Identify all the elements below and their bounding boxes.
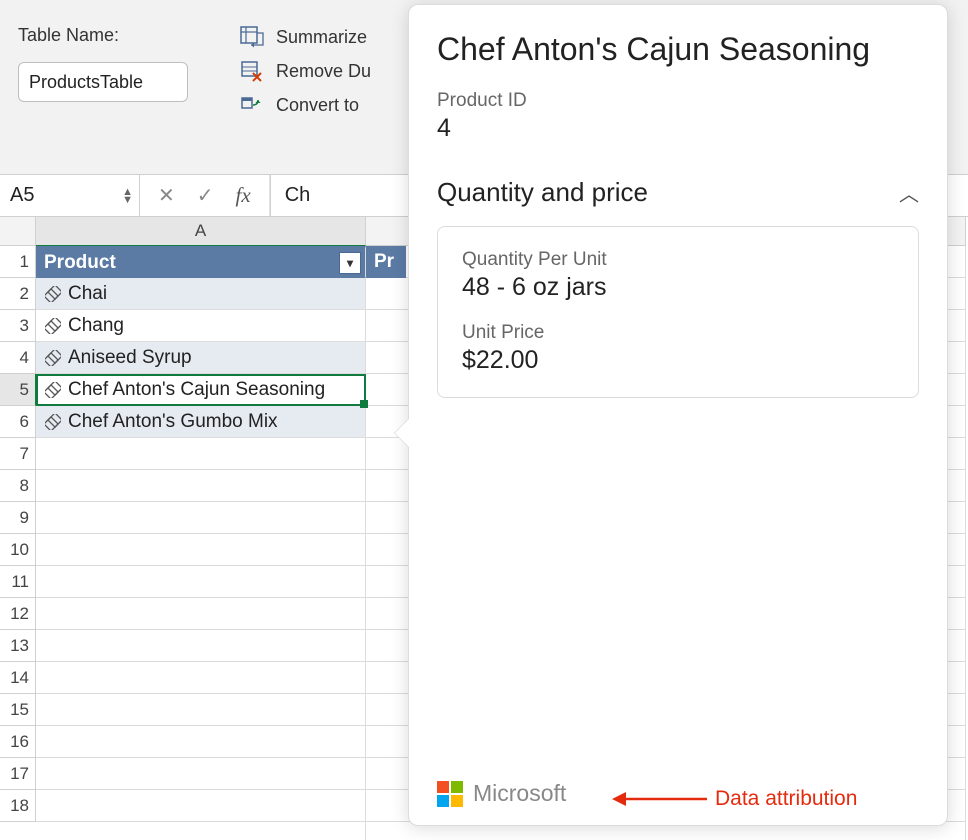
cell[interactable] bbox=[36, 502, 366, 534]
cancel-formula-icon[interactable]: ✕ bbox=[158, 183, 175, 208]
remove-duplicates-icon bbox=[238, 59, 266, 83]
cell[interactable] bbox=[36, 726, 366, 758]
name-box-value: A5 bbox=[10, 184, 34, 207]
data-type-icon bbox=[44, 317, 62, 335]
fx-icon[interactable]: fx bbox=[236, 183, 251, 208]
data-type-icon bbox=[44, 349, 62, 367]
row-header[interactable]: 12 bbox=[0, 598, 36, 630]
table-row[interactable]: Chef Anton's Gumbo Mix bbox=[36, 406, 366, 438]
data-type-icon bbox=[44, 285, 62, 303]
cell[interactable] bbox=[36, 662, 366, 694]
qpu-label: Quantity Per Unit bbox=[462, 249, 894, 271]
table-name-group: Table Name: ProductsTable bbox=[18, 25, 188, 102]
unit-price-value: $22.00 bbox=[462, 346, 894, 375]
cell-value: Chai bbox=[68, 283, 107, 305]
select-all-corner[interactable] bbox=[0, 217, 36, 246]
row-header[interactable]: 9 bbox=[0, 502, 36, 534]
cell[interactable] bbox=[36, 470, 366, 502]
table-row[interactable]: Chef Anton's Cajun Seasoning bbox=[36, 374, 366, 406]
row-header[interactable]: 1 bbox=[0, 246, 36, 278]
convert-range-icon bbox=[238, 93, 266, 117]
row-header[interactable]: 6 bbox=[0, 406, 36, 438]
row-header[interactable]: 10 bbox=[0, 534, 36, 566]
summarize-label: Summarize bbox=[276, 27, 367, 48]
row-header[interactable]: 2 bbox=[0, 278, 36, 310]
table-tools-group: Summarize Remove Du Convert to bbox=[238, 25, 371, 117]
table-header-product[interactable]: Product bbox=[36, 246, 366, 278]
cell[interactable] bbox=[36, 630, 366, 662]
row-header[interactable]: 8 bbox=[0, 470, 36, 502]
summarize-pivot-button[interactable]: Summarize bbox=[238, 25, 371, 49]
remove-duplicates-button[interactable]: Remove Du bbox=[238, 59, 371, 83]
cell-value: Aniseed Syrup bbox=[68, 347, 192, 369]
name-box[interactable]: A5 ▲▼ bbox=[0, 175, 140, 216]
name-box-spinner-icon[interactable]: ▲▼ bbox=[122, 188, 133, 204]
data-type-card: Chef Anton's Cajun Seasoning Product ID … bbox=[408, 4, 948, 826]
row-header[interactable]: 17 bbox=[0, 758, 36, 790]
accept-formula-icon[interactable]: ✓ bbox=[197, 183, 214, 208]
cell[interactable] bbox=[36, 790, 366, 822]
row-header[interactable]: 18 bbox=[0, 790, 36, 822]
data-type-icon bbox=[44, 413, 62, 431]
cell[interactable] bbox=[36, 694, 366, 726]
product-id-label: Product ID bbox=[437, 90, 919, 112]
table-header-col2-peek[interactable]: Pr bbox=[366, 246, 406, 278]
qpu-value: 48 - 6 oz jars bbox=[462, 273, 894, 302]
table-row[interactable]: Aniseed Syrup bbox=[36, 342, 366, 374]
cell[interactable] bbox=[36, 566, 366, 598]
row-header[interactable]: 7 bbox=[0, 438, 36, 470]
row-header[interactable]: 3 bbox=[0, 310, 36, 342]
row-header[interactable]: 13 bbox=[0, 630, 36, 662]
quantity-per-unit-field: Quantity Per Unit 48 - 6 oz jars bbox=[462, 249, 894, 302]
table-header-label: Product bbox=[44, 252, 116, 274]
chevron-up-icon: ︿ bbox=[899, 178, 919, 207]
row-header-strip: 1 2 3 4 5 6 7 8 9 10 11 12 13 14 15 16 1… bbox=[0, 217, 36, 840]
formula-bar-text: Ch bbox=[285, 184, 311, 207]
card-footer-attribution: Microsoft bbox=[437, 770, 919, 807]
cell-value: Chef Anton's Gumbo Mix bbox=[68, 411, 278, 433]
microsoft-logo-icon bbox=[437, 781, 463, 807]
callout-pointer-icon bbox=[395, 419, 409, 447]
cell[interactable] bbox=[36, 758, 366, 790]
table-name-value: ProductsTable bbox=[29, 72, 143, 93]
column-header-A[interactable]: A bbox=[36, 217, 366, 246]
convert-range-label: Convert to bbox=[276, 95, 359, 116]
table-row[interactable]: Chang bbox=[36, 310, 366, 342]
cell[interactable] bbox=[36, 822, 366, 840]
row-header[interactable]: 14 bbox=[0, 662, 36, 694]
cell[interactable] bbox=[36, 534, 366, 566]
cell[interactable] bbox=[36, 598, 366, 630]
convert-to-range-button[interactable]: Convert to bbox=[238, 93, 371, 117]
row-header[interactable]: 4 bbox=[0, 342, 36, 374]
table-name-label: Table Name: bbox=[18, 25, 188, 46]
section-title: Quantity and price bbox=[437, 177, 648, 208]
provider-name: Microsoft bbox=[473, 780, 566, 807]
card-title: Chef Anton's Cajun Seasoning bbox=[437, 31, 919, 68]
product-id-field: Product ID 4 bbox=[437, 90, 919, 143]
cell-value: Chang bbox=[68, 315, 124, 337]
remove-duplicates-label: Remove Du bbox=[276, 61, 371, 82]
data-type-icon bbox=[44, 381, 62, 399]
row-header[interactable]: 16 bbox=[0, 726, 36, 758]
filter-dropdown-icon[interactable] bbox=[339, 252, 361, 274]
cell[interactable] bbox=[36, 438, 366, 470]
table-name-input[interactable]: ProductsTable bbox=[18, 62, 188, 102]
cell-value: Chef Anton's Cajun Seasoning bbox=[68, 379, 325, 401]
quantity-price-section-body: Quantity Per Unit 48 - 6 oz jars Unit Pr… bbox=[437, 226, 919, 398]
unit-price-field: Unit Price $22.00 bbox=[462, 322, 894, 375]
formula-controls: ✕ ✓ fx bbox=[140, 175, 270, 216]
quantity-price-section-header[interactable]: Quantity and price ︿ bbox=[437, 177, 919, 208]
product-id-value: 4 bbox=[437, 114, 919, 143]
table-row[interactable]: Chai bbox=[36, 278, 366, 310]
pivot-table-icon bbox=[238, 25, 266, 49]
row-header[interactable]: 5 bbox=[0, 374, 36, 406]
row-header[interactable]: 11 bbox=[0, 566, 36, 598]
unit-price-label: Unit Price bbox=[462, 322, 894, 344]
row-header[interactable]: 15 bbox=[0, 694, 36, 726]
